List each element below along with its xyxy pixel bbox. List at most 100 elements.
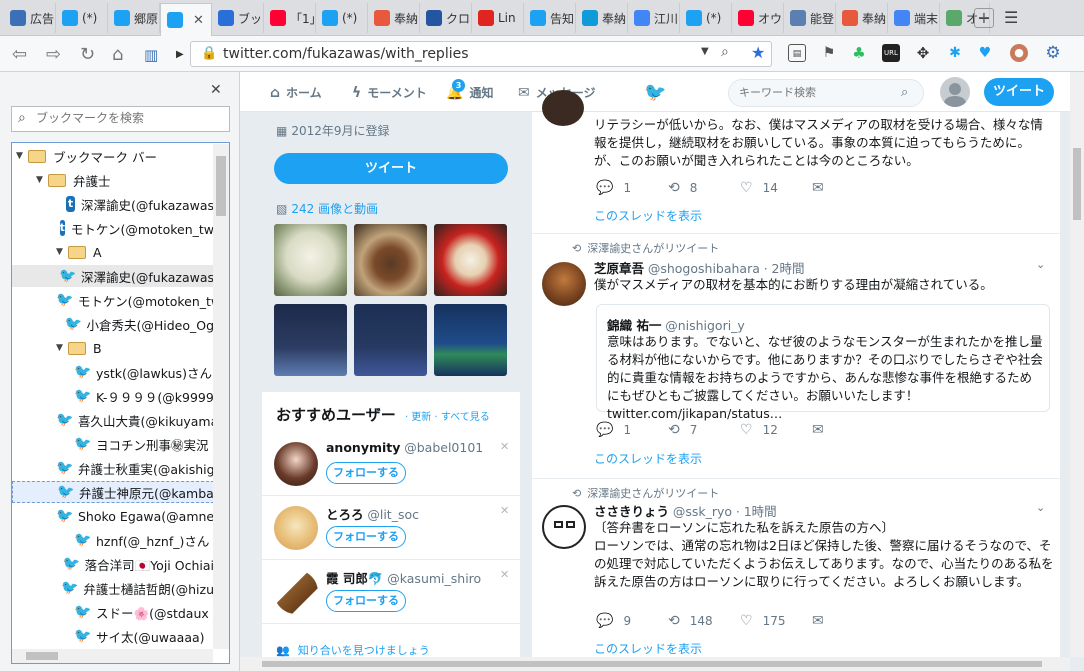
tab-menu-icon[interactable]: ☰ — [1004, 8, 1018, 27]
browser-tab[interactable]: (*) — [56, 3, 108, 33]
avatar[interactable] — [940, 77, 970, 107]
media-link[interactable]: ▧ 242 画像と動画 — [276, 200, 378, 217]
tweet[interactable]: リテラシーが低いから。なお、僕はマスメディアの取材を受ける場合、様々な情報を提供… — [532, 90, 1060, 234]
browser-tab[interactable]: (*) — [316, 3, 368, 33]
suggested-user-handle[interactable]: @babel0101 — [404, 440, 483, 455]
media-thumbnail[interactable] — [354, 304, 427, 376]
bookmark-item[interactable]: 🐦 サイ太(@uwaaaa) — [12, 625, 214, 647]
bookmark-icon[interactable]: ⚑ — [820, 44, 838, 62]
tweet-button[interactable]: ツイート — [984, 78, 1054, 106]
nav-home[interactable]: ⌂ ホーム — [270, 84, 322, 101]
settings-gear-icon[interactable]: ⚙ — [1044, 44, 1062, 62]
reply-button[interactable]: 💬 1 — [596, 422, 668, 438]
like-button[interactable]: ♡ 14 — [740, 180, 812, 196]
reply-button[interactable]: 💬 1 — [596, 180, 668, 196]
find-friends-link[interactable]: 👥 知り合いを見つけましょう — [276, 642, 430, 658]
twitter-search-field[interactable]: ⌕ — [728, 79, 924, 107]
url-text[interactable]: twitter.com/fukazawas/with_replies — [223, 46, 469, 62]
direct-message-button[interactable]: ✉ — [812, 422, 824, 438]
reader-icon[interactable]: ▤ — [788, 44, 806, 62]
bookmark-item[interactable]: t 深澤諭史(@fukazawas — [12, 193, 214, 215]
suggested-user-name[interactable]: anonymity — [326, 440, 400, 455]
chevron-down-icon[interactable]: ⌄ — [1036, 258, 1045, 271]
retweet-button[interactable]: ⟲ 148 — [668, 613, 740, 629]
media-thumbnail[interactable] — [274, 224, 347, 296]
nav-moments[interactable]: ϟ モーメント — [352, 84, 427, 101]
browser-tab[interactable]: 奉納 — [836, 3, 888, 33]
bookmark-search-field[interactable]: ⌕ — [11, 106, 230, 132]
dropdown-icon[interactable]: ▼ — [701, 46, 709, 57]
bookmark-panel-icon[interactable]: ▥ — [144, 46, 158, 64]
browser-tab[interactable]: 広告 — [4, 3, 56, 33]
bookmark-item[interactable]: 🐦 ystk(@lawkus)さん — [12, 361, 214, 383]
follow-button[interactable]: フォローする — [326, 462, 406, 484]
quoted-tweet[interactable]: 錦織 祐一 @nishigori_y 意味はあります。でないと、なぜ彼のようなモ… — [596, 304, 1050, 421]
search-icon[interactable]: ⌕ — [901, 85, 908, 100]
reload-icon[interactable]: ↻ — [80, 44, 95, 65]
vivaldi-icon[interactable]: ♥ — [976, 44, 994, 62]
page-horizontal-scrollbar[interactable] — [240, 657, 1070, 671]
home-icon[interactable]: ⌂ — [112, 44, 123, 65]
tweet-time[interactable]: 2時間 — [772, 261, 805, 276]
profile-tweet-button[interactable]: ツイート — [274, 153, 508, 184]
bookmark-folder[interactable]: ▼ 弁護士 — [12, 169, 214, 191]
twitter-bird-icon[interactable]: 🐦 — [644, 82, 666, 103]
profile-avatar-icon[interactable]: ● — [1010, 44, 1028, 62]
bookmark-item[interactable]: 🐦 Shoko Egawa(@amneris — [12, 505, 229, 527]
bookmark-item[interactable]: 🐦 K-９９９９(@k9999 — [12, 385, 214, 407]
suggested-user[interactable]: 霞 司郎🐬 @kasumi_shiro フォローする ✕ — [262, 560, 520, 624]
browser-tab[interactable]: Lin — [472, 3, 524, 33]
url-shortener-icon[interactable]: URL — [882, 44, 900, 62]
forward-icon[interactable]: ⇨ — [46, 44, 61, 65]
author-handle[interactable]: @ssk_ryo — [673, 504, 732, 519]
follow-button[interactable]: フォローする — [326, 590, 406, 612]
browser-tab[interactable]: 奉納 — [368, 3, 420, 33]
chevron-down-icon[interactable]: ⌄ — [1036, 501, 1045, 514]
retweet-button[interactable]: ⟲ 7 — [668, 422, 740, 438]
avatar[interactable] — [542, 262, 586, 306]
suggested-user[interactable]: とろろ @lit_soc フォローする ✕ — [262, 496, 520, 560]
scrollbar-thumb[interactable] — [1073, 148, 1081, 220]
twitter-search-input[interactable] — [739, 86, 889, 99]
bookmark-item[interactable]: 🐦 ヨコチン刑事㊙実況 — [12, 433, 214, 455]
direct-message-button[interactable]: ✉ — [812, 613, 824, 629]
browser-tab[interactable]: オウ — [732, 3, 784, 33]
bookmark-item[interactable]: 🐦 深澤諭史(@fukazawas — [12, 265, 214, 287]
suggested-user-name[interactable]: とろろ — [326, 507, 364, 522]
expand-arrow-icon[interactable]: ▼ — [16, 151, 28, 161]
media-thumbnail[interactable] — [274, 304, 347, 376]
expand-arrow-icon[interactable]: ▼ — [56, 343, 68, 353]
bookmark-item[interactable]: 🐦 弁護士神原元(@kambara — [12, 481, 227, 503]
follow-button[interactable]: フォローする — [326, 526, 406, 548]
browser-tab[interactable]: 能登 — [784, 3, 836, 33]
avatar[interactable] — [542, 90, 584, 126]
bookmark-item[interactable]: t モトケン(@motoken_tw — [12, 217, 214, 239]
evernote-icon[interactable]: ♣ — [850, 44, 868, 62]
browser-tab[interactable]: 「1」 — [264, 3, 316, 33]
extension-icon[interactable]: ✱ — [946, 44, 964, 62]
show-thread-link[interactable]: このスレッドを表示 — [594, 640, 702, 657]
dismiss-icon[interactable]: ✕ — [500, 568, 509, 581]
bookmark-item[interactable]: 🐦 小倉秀夫(@Hideo_Og — [12, 313, 214, 335]
bookmark-star-icon[interactable]: ★ — [751, 43, 765, 62]
browser-tab[interactable]: 端末 — [888, 3, 940, 33]
browser-tab[interactable]: ブッ — [212, 3, 264, 33]
tweet-time[interactable]: 1時間 — [744, 504, 777, 519]
bookmark-folder[interactable]: ▼ ブックマーク バー — [12, 145, 214, 167]
browser-tab[interactable]: 郷原 — [108, 3, 160, 33]
expand-arrow-icon[interactable]: ▼ — [56, 247, 68, 257]
author-name[interactable]: ささきりょう — [594, 504, 669, 519]
browser-tab[interactable]: 奉納 — [576, 3, 628, 33]
bookmark-search-input[interactable] — [36, 111, 226, 125]
browser-tab[interactable]: ✕ — [160, 3, 212, 36]
like-button[interactable]: ♡ 175 — [740, 613, 812, 629]
reply-button[interactable]: 💬 9 — [596, 613, 668, 629]
browser-tab[interactable]: 江川 — [628, 3, 680, 33]
browser-tab[interactable]: クロ — [420, 3, 472, 33]
page-vertical-scrollbar[interactable] — [1070, 72, 1084, 657]
refresh-link[interactable]: 更新 — [411, 412, 431, 423]
tweet[interactable]: ⟲ 深澤諭史さんがリツイート ささきりょう @ssk_ryo · 1時間 ⌄ 〔答… — [532, 479, 1060, 671]
browser-tab[interactable]: 告知 — [524, 3, 576, 33]
media-thumbnail[interactable] — [434, 304, 507, 376]
dismiss-icon[interactable]: ✕ — [500, 440, 509, 453]
